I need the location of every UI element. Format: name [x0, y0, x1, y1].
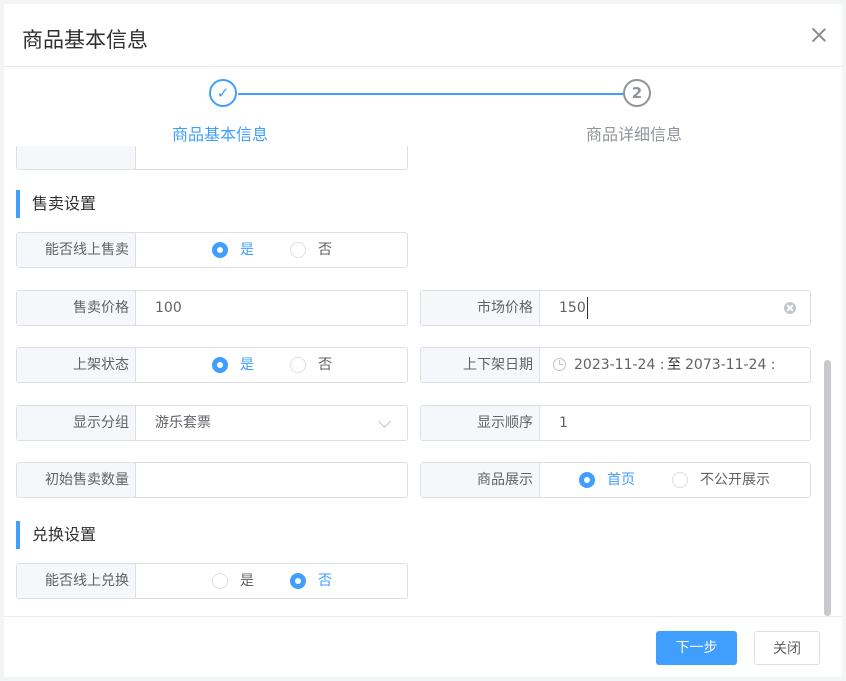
step-1-label: 商品基本信息: [172, 125, 269, 144]
listing-status-yes-label[interactable]: 是: [240, 348, 254, 382]
listing-dates-field: 上下架日期 2023-11-24 : 至 2073-11-24 :: [420, 347, 811, 383]
product-display-label: 商品展示: [421, 463, 540, 497]
date-separator: 至: [667, 357, 681, 373]
online-sale-label: 能否线上售卖: [17, 233, 136, 267]
sale-price-label: 售卖价格: [17, 291, 136, 325]
product-display-field: 商品展示 首页 不公开展示: [420, 462, 811, 498]
online-sale-yes-radio[interactable]: [212, 242, 228, 258]
chevron-down-icon[interactable]: [378, 415, 391, 428]
market-price-input[interactable]: 150: [559, 291, 586, 325]
close-button[interactable]: 关闭: [754, 631, 820, 665]
listing-status-no-radio[interactable]: [290, 357, 306, 373]
market-price-field: 市场价格 150: [420, 290, 811, 326]
display-order-input[interactable]: 1: [559, 406, 568, 440]
online-exchange-yes-label[interactable]: 是: [240, 564, 254, 598]
online-exchange-label: 能否线上兑换: [17, 564, 136, 598]
display-group-field: 显示分组 游乐套票: [16, 405, 408, 441]
vertical-scrollbar[interactable]: [824, 360, 831, 616]
online-sale-field: 能否线上售卖 是 否: [16, 232, 408, 268]
online-exchange-field: 能否线上兑换 是 否: [16, 563, 408, 599]
listing-status-yes-radio[interactable]: [212, 357, 228, 373]
clear-icon[interactable]: [784, 302, 796, 314]
display-private-label[interactable]: 不公开展示: [700, 463, 770, 497]
product-dialog: 商品基本信息 ✓ 2 商品基本信息 商品详细信息 售卖设置 能否线上售卖 是 否…: [4, 4, 842, 677]
clock-icon: [553, 358, 566, 371]
display-group-select[interactable]: 游乐套票: [155, 406, 211, 440]
close-icon[interactable]: [812, 28, 826, 42]
display-order-field: 显示顺序 1: [420, 405, 811, 441]
display-group-label: 显示分组: [17, 406, 136, 440]
display-home-label[interactable]: 首页: [607, 463, 635, 497]
online-exchange-no-radio[interactable]: [290, 573, 306, 589]
end-date[interactable]: 2073-11-24 :: [685, 348, 776, 382]
initial-sold-field: 初始售卖数量: [16, 462, 408, 498]
sale-price-input[interactable]: 100: [155, 291, 182, 325]
initial-sold-label: 初始售卖数量: [17, 463, 136, 497]
online-exchange-yes-radio[interactable]: [212, 573, 228, 589]
online-sale-no-label[interactable]: 否: [318, 233, 332, 267]
next-step-button[interactable]: 下一步: [656, 631, 737, 665]
display-private-radio[interactable]: [672, 472, 688, 488]
sale-section-title: 售卖设置: [16, 190, 96, 218]
step-2-number: 2: [623, 79, 651, 107]
listing-status-field: 上架状态 是 否: [16, 347, 408, 383]
start-date[interactable]: 2023-11-24 :: [574, 348, 665, 382]
display-order-label: 显示顺序: [421, 406, 540, 440]
display-home-radio[interactable]: [579, 472, 595, 488]
dialog-title: 商品基本信息: [22, 28, 148, 52]
dialog-header: 商品基本信息: [4, 4, 842, 67]
text-caret: [587, 297, 588, 319]
dialog-footer: 下一步 关闭: [4, 616, 842, 677]
step-2-label: 商品详细信息: [586, 125, 683, 144]
online-sale-yes-label[interactable]: 是: [240, 233, 254, 267]
online-exchange-no-label[interactable]: 否: [318, 564, 332, 598]
form-body: 售卖设置 能否线上售卖 是 否 售卖价格 100 市场价格 150 上架状态 是…: [4, 146, 842, 616]
exchange-section-title: 兑换设置: [16, 521, 96, 549]
market-price-label: 市场价格: [421, 291, 540, 325]
listing-status-no-label[interactable]: 否: [318, 348, 332, 382]
sale-price-field: 售卖价格 100: [16, 290, 408, 326]
date-range-picker[interactable]: 2023-11-24 : 至 2073-11-24 :: [541, 348, 810, 382]
steps: ✓ 2 商品基本信息 商品详细信息: [4, 66, 842, 146]
online-sale-no-radio[interactable]: [290, 242, 306, 258]
listing-status-label: 上架状态: [17, 348, 136, 382]
check-icon: ✓: [209, 79, 237, 107]
scrolled-field: [16, 146, 408, 170]
step-connector: [238, 93, 624, 95]
listing-dates-label: 上下架日期: [421, 348, 540, 382]
